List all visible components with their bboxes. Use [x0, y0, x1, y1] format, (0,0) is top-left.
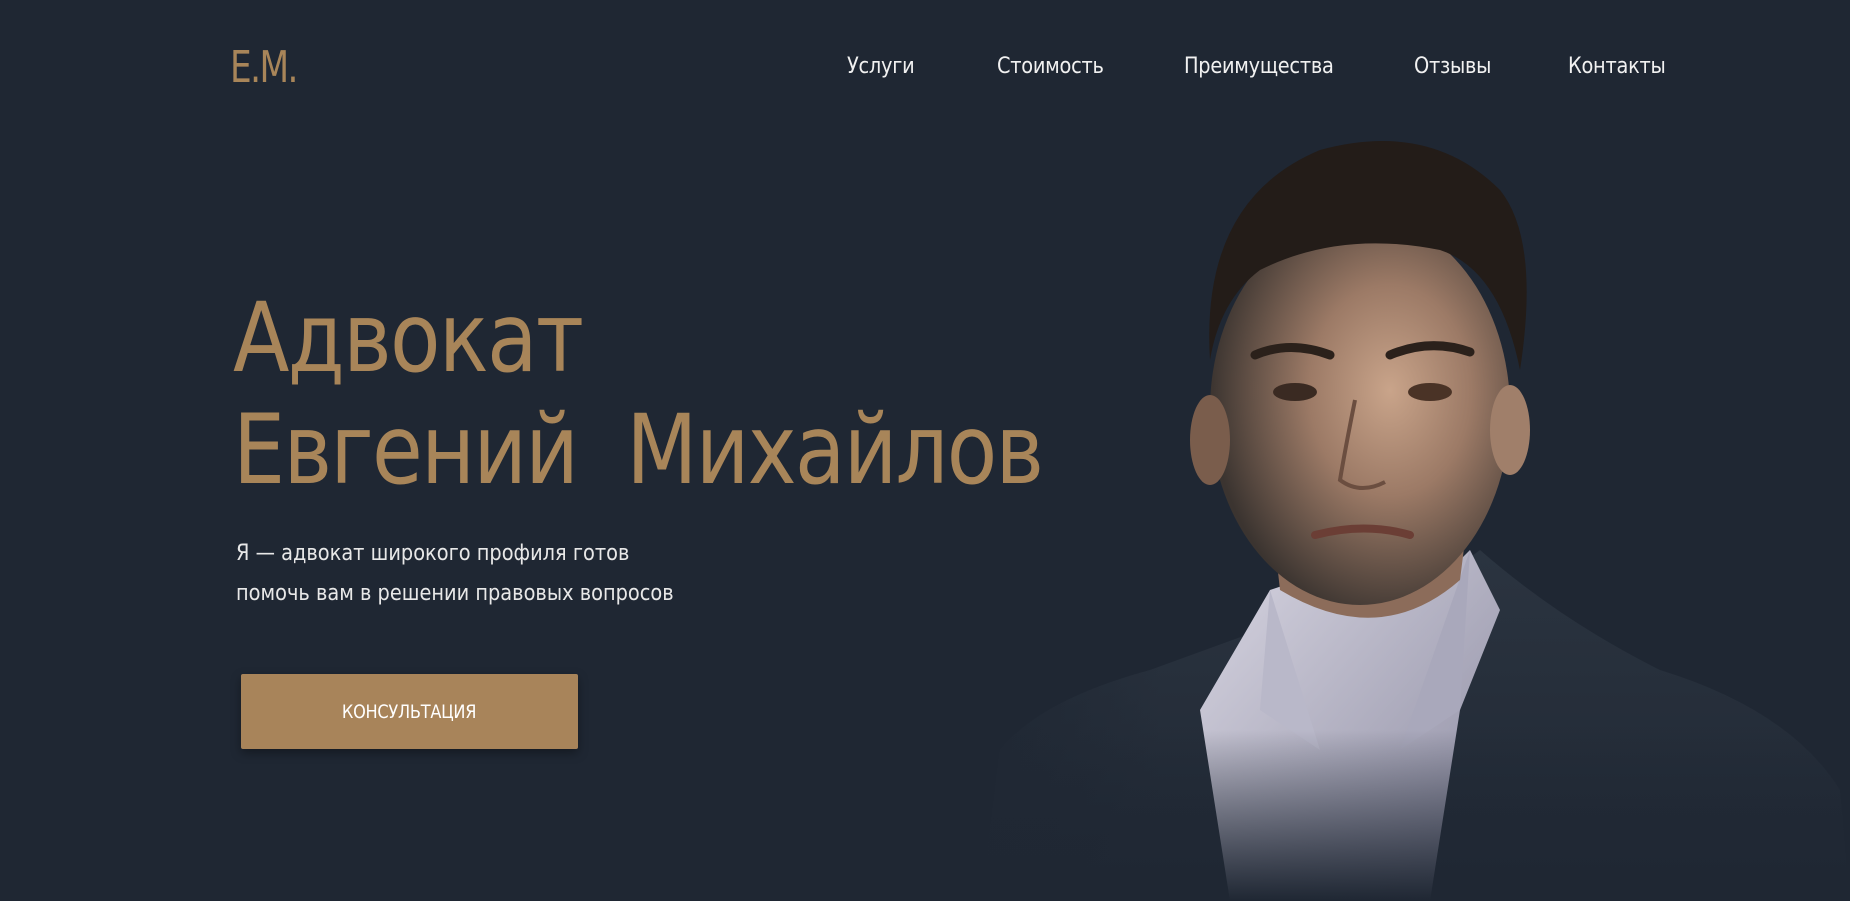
main-nav: Услуги Стоимость Преимущества Отзывы Кон…: [0, 54, 1850, 84]
portrait-image: [960, 110, 1850, 901]
hero-title: Адвокат Евгений Михайлов: [233, 282, 1044, 506]
consultation-button[interactable]: КОНСУЛЬТАЦИЯ: [241, 674, 578, 749]
hero-title-line1: Адвокат: [233, 282, 584, 394]
hero-title-line2: Евгений Михайлов: [233, 394, 1044, 506]
nav-link-pricing[interactable]: Стоимость: [997, 54, 1104, 79]
hero-subtitle-line2: помочь вам в решении правовых вопросов: [236, 581, 674, 606]
consultation-button-label: КОНСУЛЬТАЦИЯ: [342, 700, 477, 723]
lawyer-portrait: [960, 110, 1850, 901]
nav-link-services[interactable]: Услуги: [847, 54, 915, 79]
landing-page: E.M. Услуги Стоимость Преимущества Отзыв…: [0, 0, 1850, 901]
hero-subtitle-line1: Я — адвокат широкого профиля готов: [236, 541, 630, 566]
nav-link-advantages[interactable]: Преимущества: [1184, 54, 1334, 79]
nav-link-contacts[interactable]: Контакты: [1568, 54, 1666, 79]
nav-link-reviews[interactable]: Отзывы: [1414, 54, 1491, 79]
hero-subtitle: Я — адвокат широкого профиля готов помоч…: [236, 534, 674, 614]
